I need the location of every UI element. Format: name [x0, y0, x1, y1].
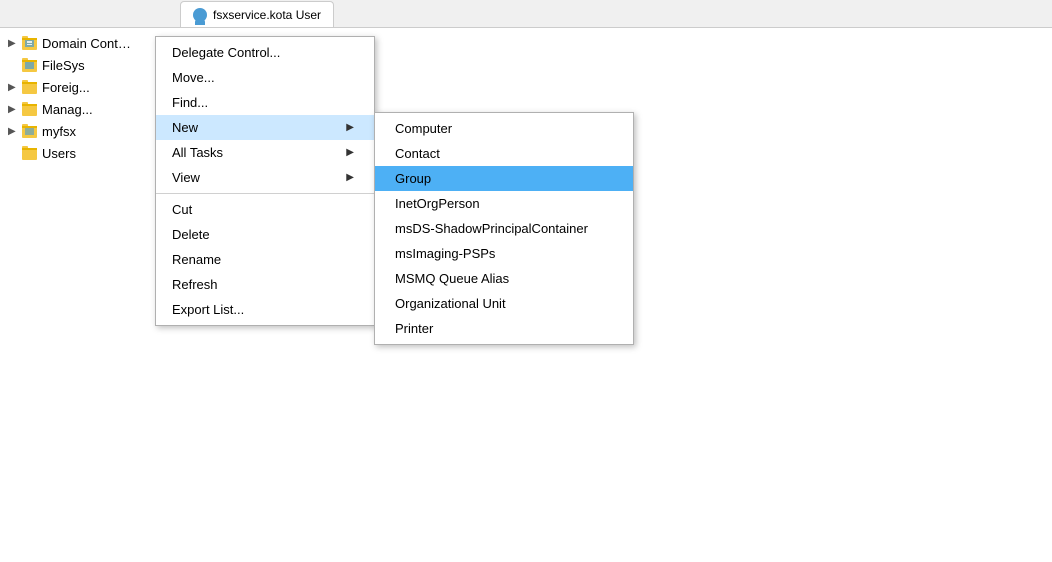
submenu-item-label: Contact [395, 146, 440, 161]
tree-item-filesys[interactable]: FileSys [0, 54, 160, 76]
menu-item-find[interactable]: Find... [156, 90, 374, 115]
submenu-arrow-icon: ▶ [346, 147, 354, 158]
folder-icon-dc [22, 36, 38, 50]
folder-icon-users [22, 146, 38, 160]
folder-icon-filesys [22, 58, 38, 72]
expand-arrow: ▶ [8, 104, 22, 115]
expand-arrow: ▶ [8, 38, 22, 49]
folder-icon-myfsx [22, 124, 38, 138]
submenu-item-contact[interactable]: Contact [375, 141, 633, 166]
tree-item-myfsx[interactable]: ▶ myfsx [0, 120, 160, 142]
menu-item-label: Delegate Control... [172, 45, 280, 60]
menu-item-view[interactable]: View ▶ [156, 165, 374, 190]
tree-label: Manag... [42, 102, 93, 117]
context-menu: Delegate Control... Move... Find... New … [155, 36, 375, 326]
tree-label: Foreig... [42, 80, 90, 95]
submenu-item-label: Computer [395, 121, 452, 136]
submenu-arrow-icon: ▶ [346, 122, 354, 133]
menu-item-label: Export List... [172, 302, 244, 317]
tree-item-users[interactable]: ▶ Users [0, 142, 160, 164]
submenu-item-msmq[interactable]: MSMQ Queue Alias [375, 266, 633, 291]
menu-item-move[interactable]: Move... [156, 65, 374, 90]
submenu-item-label: Group [395, 171, 431, 186]
submenu-item-label: msImaging-PSPs [395, 246, 495, 261]
tree-label: Users [42, 146, 76, 161]
menu-item-label: Move... [172, 70, 215, 85]
submenu-item-printer[interactable]: Printer [375, 316, 633, 341]
menu-item-new[interactable]: New ▶ Computer Contact Group InetOrgPers… [156, 115, 374, 140]
menu-item-label: Refresh [172, 277, 218, 292]
menu-item-label: New [172, 120, 198, 135]
submenu-item-label: Organizational Unit [395, 296, 506, 311]
menu-item-label: Cut [172, 202, 192, 217]
menu-item-label: View [172, 170, 200, 185]
menu-item-delegate-control[interactable]: Delegate Control... [156, 40, 374, 65]
submenu-item-label: Printer [395, 321, 433, 336]
tree-label: Domain Controllers [42, 36, 132, 51]
tree-label: FileSys [42, 58, 85, 73]
menu-item-export-list[interactable]: Export List... [156, 297, 374, 322]
tree-item-manage[interactable]: ▶ Manag... [0, 98, 160, 120]
expand-arrow: ▶ [8, 82, 22, 93]
submenu-item-ou[interactable]: Organizational Unit [375, 291, 633, 316]
menu-item-refresh[interactable]: Refresh [156, 272, 374, 297]
tree-item-domain-controllers[interactable]: ▶ Domain Controllers [0, 32, 160, 54]
folder-icon-foreign [22, 80, 38, 94]
folder-icon-manage [22, 102, 38, 116]
menu-item-delete[interactable]: Delete [156, 222, 374, 247]
tab-label: fsxservice.kota User [213, 8, 321, 22]
tree-view: ▶ Domain Controllers FileSys ▶ [0, 28, 160, 164]
menu-item-label: All Tasks [172, 145, 223, 160]
submenu-item-computer[interactable]: Computer [375, 116, 633, 141]
tab-bar: fsxservice.kota User [0, 0, 1052, 28]
menu-item-all-tasks[interactable]: All Tasks ▶ [156, 140, 374, 165]
menu-item-label: Find... [172, 95, 208, 110]
submenu-item-label: MSMQ Queue Alias [395, 271, 509, 286]
tree-item-foreign[interactable]: ▶ Foreig... [0, 76, 160, 98]
menu-separator [156, 193, 374, 194]
menu-item-rename[interactable]: Rename [156, 247, 374, 272]
submenu-item-group[interactable]: Group [375, 166, 633, 191]
submenu-arrow-icon: ▶ [346, 172, 354, 183]
menu-item-cut[interactable]: Cut [156, 197, 374, 222]
tab-fsxservice[interactable]: fsxservice.kota User [180, 1, 334, 27]
submenu-item-label: msDS-ShadowPrincipalContainer [395, 221, 588, 236]
tree-label: myfsx [42, 124, 76, 139]
submenu-item-label: InetOrgPerson [395, 196, 480, 211]
user-icon [193, 8, 207, 22]
submenu-item-mslimaging[interactable]: msImaging-PSPs [375, 241, 633, 266]
expand-arrow: ▶ [8, 126, 22, 137]
submenu-item-msds-shadow[interactable]: msDS-ShadowPrincipalContainer [375, 216, 633, 241]
submenu-new: Computer Contact Group InetOrgPerson msD… [374, 112, 634, 345]
menu-item-label: Rename [172, 252, 221, 267]
submenu-item-inetorgperson[interactable]: InetOrgPerson [375, 191, 633, 216]
menu-item-label: Delete [172, 227, 210, 242]
